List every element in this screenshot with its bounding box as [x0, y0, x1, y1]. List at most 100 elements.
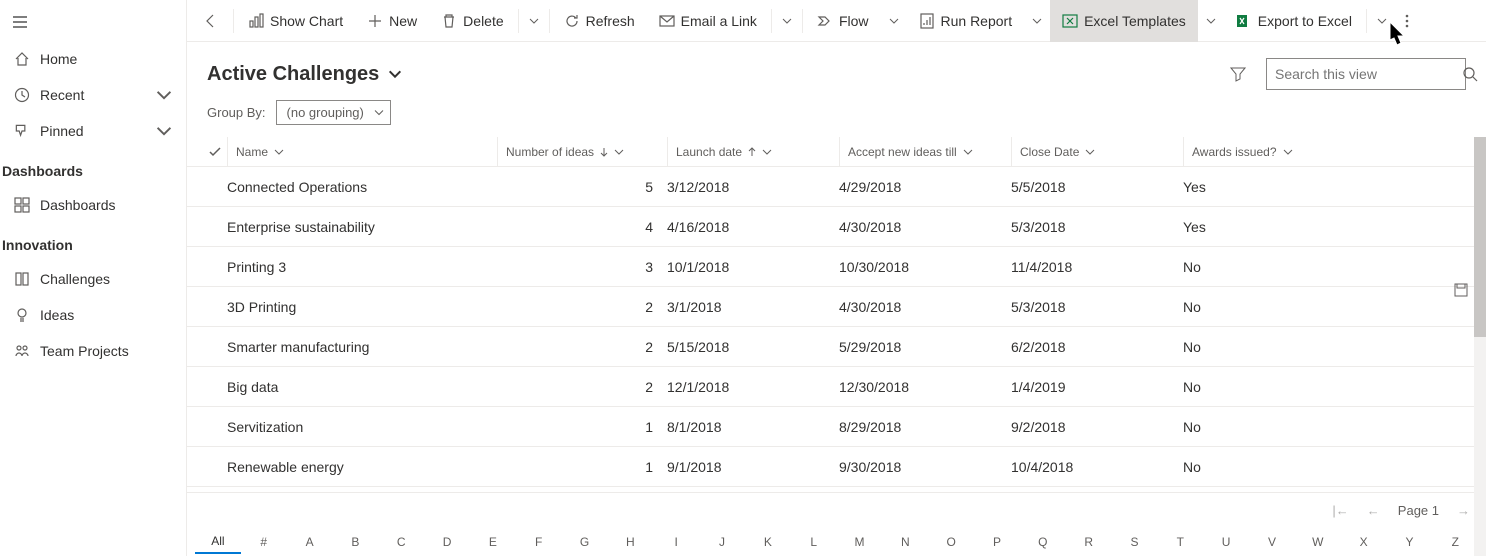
alpha-s[interactable]: S: [1112, 531, 1158, 553]
alpha-q[interactable]: Q: [1020, 531, 1066, 553]
alpha-j[interactable]: J: [699, 531, 745, 553]
hamburger-button[interactable]: [0, 6, 186, 41]
excel-templates-split-button[interactable]: [1198, 0, 1224, 42]
alpha-g[interactable]: G: [562, 531, 608, 553]
excel-templates-button[interactable]: Excel Templates: [1050, 0, 1198, 42]
sidebar-item-ideas[interactable]: Ideas: [0, 297, 186, 333]
email-split-button[interactable]: [774, 0, 800, 42]
home-icon: [14, 51, 30, 67]
run-report-split-button[interactable]: [1024, 0, 1050, 42]
column-accept-until[interactable]: Accept new ideas till: [839, 137, 1011, 166]
alpha-x[interactable]: X: [1341, 531, 1387, 553]
alpha-w[interactable]: W: [1295, 531, 1341, 553]
column-number-of-ideas[interactable]: Number of ideas: [497, 137, 667, 166]
alpha-k[interactable]: K: [745, 531, 791, 553]
chevron-down-icon: [374, 105, 384, 120]
table-row[interactable]: 3D Printing23/1/20184/30/20185/3/2018No: [187, 287, 1486, 327]
next-page-button[interactable]: →: [1457, 503, 1470, 518]
flow-split-button[interactable]: [881, 0, 907, 42]
mail-icon: [659, 13, 675, 29]
flow-button[interactable]: Flow: [805, 0, 881, 42]
cell-num: 2: [497, 339, 667, 355]
cell-awards: Yes: [1183, 219, 1353, 235]
alpha-m[interactable]: M: [837, 531, 883, 553]
save-view-icon[interactable]: [1454, 283, 1468, 300]
alpha-d[interactable]: D: [424, 531, 470, 553]
filter-button[interactable]: [1222, 58, 1254, 90]
view-title: Active Challenges: [207, 63, 379, 86]
delete-split-button[interactable]: [521, 0, 547, 42]
scrollbar[interactable]: [1474, 137, 1486, 556]
grid-footer: |← ← Page 1 →: [187, 492, 1486, 528]
sidebar-item-pinned[interactable]: Pinned: [0, 113, 186, 149]
table-row[interactable]: Smarter manufacturing25/15/20185/29/2018…: [187, 327, 1486, 367]
sidebar-item-recent[interactable]: Recent: [0, 77, 186, 113]
sidebar-item-challenges[interactable]: Challenges: [0, 261, 186, 297]
alpha-u[interactable]: U: [1203, 531, 1249, 553]
alpha-e[interactable]: E: [470, 531, 516, 553]
alpha-r[interactable]: R: [1066, 531, 1112, 553]
sidebar-section-dashboards: Dashboards: [0, 149, 186, 187]
groupby-select[interactable]: (no grouping): [276, 100, 391, 125]
cell-name: Printing 3: [227, 259, 497, 275]
grid-body[interactable]: Connected Operations53/12/20184/29/20185…: [187, 167, 1486, 492]
search-input[interactable]: [1275, 66, 1456, 82]
alpha-#[interactable]: #: [241, 531, 287, 553]
cell-close: 6/2/2018: [1011, 339, 1183, 355]
table-row[interactable]: Connected Operations53/12/20184/29/20185…: [187, 167, 1486, 207]
alpha-y[interactable]: Y: [1387, 531, 1433, 553]
alpha-c[interactable]: C: [378, 531, 424, 553]
table-row[interactable]: Servitization18/1/20188/29/20189/2/2018N…: [187, 407, 1486, 447]
alpha-n[interactable]: N: [882, 531, 928, 553]
refresh-button[interactable]: Refresh: [552, 0, 647, 42]
select-all-checkbox[interactable]: [203, 145, 227, 159]
table-row[interactable]: Renewable energy19/1/20189/30/201810/4/2…: [187, 447, 1486, 487]
team-icon: [14, 343, 30, 359]
cell-close: 5/3/2018: [1011, 219, 1183, 235]
alpha-f[interactable]: F: [516, 531, 562, 553]
alpha-t[interactable]: T: [1157, 531, 1203, 553]
table-row[interactable]: Big data212/1/201812/30/20181/4/2019No: [187, 367, 1486, 407]
alpha-i[interactable]: I: [653, 531, 699, 553]
cell-num: 3: [497, 259, 667, 275]
column-close-date[interactable]: Close Date: [1011, 137, 1183, 166]
alpha-all[interactable]: All: [195, 530, 241, 554]
sidebar-item-label: Ideas: [40, 307, 74, 323]
export-excel-button[interactable]: Export to Excel: [1224, 0, 1364, 42]
alpha-z[interactable]: Z: [1432, 531, 1478, 553]
delete-button[interactable]: Delete: [429, 0, 515, 42]
cell-accept: 10/30/2018: [839, 259, 1011, 275]
run-report-button[interactable]: Run Report: [907, 0, 1025, 42]
alpha-b[interactable]: B: [332, 531, 378, 553]
new-button[interactable]: New: [355, 0, 429, 42]
column-name[interactable]: Name: [227, 137, 497, 166]
export-excel-split-button[interactable]: [1369, 0, 1395, 42]
alpha-p[interactable]: P: [974, 531, 1020, 553]
alpha-o[interactable]: O: [928, 531, 974, 553]
sidebar-item-team-projects[interactable]: Team Projects: [0, 333, 186, 369]
sidebar-item-dashboards[interactable]: Dashboards: [0, 187, 186, 223]
view-selector[interactable]: Active Challenges: [207, 63, 403, 86]
sidebar-item-label: Recent: [40, 87, 84, 103]
search-icon: [1462, 66, 1478, 82]
refresh-icon: [564, 13, 580, 29]
alpha-v[interactable]: V: [1249, 531, 1295, 553]
alpha-h[interactable]: H: [607, 531, 653, 553]
back-button[interactable]: [191, 0, 231, 42]
column-launch-date[interactable]: Launch date: [667, 137, 839, 166]
prev-page-button[interactable]: ←: [1367, 503, 1380, 518]
alpha-a[interactable]: A: [287, 531, 333, 553]
overflow-button[interactable]: [1395, 0, 1419, 42]
sidebar-item-home[interactable]: Home: [0, 41, 186, 77]
cell-num: 5: [497, 179, 667, 195]
alpha-l[interactable]: L: [791, 531, 837, 553]
column-awards[interactable]: Awards issued?: [1183, 137, 1353, 166]
dashboard-icon: [14, 197, 30, 213]
first-page-button[interactable]: |←: [1332, 503, 1348, 518]
cell-num: 2: [497, 379, 667, 395]
table-row[interactable]: Printing 3310/1/201810/30/201811/4/2018N…: [187, 247, 1486, 287]
search-box[interactable]: [1266, 58, 1466, 90]
table-row[interactable]: Enterprise sustainability44/16/20184/30/…: [187, 207, 1486, 247]
email-link-button[interactable]: Email a Link: [647, 0, 769, 42]
show-chart-button[interactable]: Show Chart: [236, 0, 355, 42]
